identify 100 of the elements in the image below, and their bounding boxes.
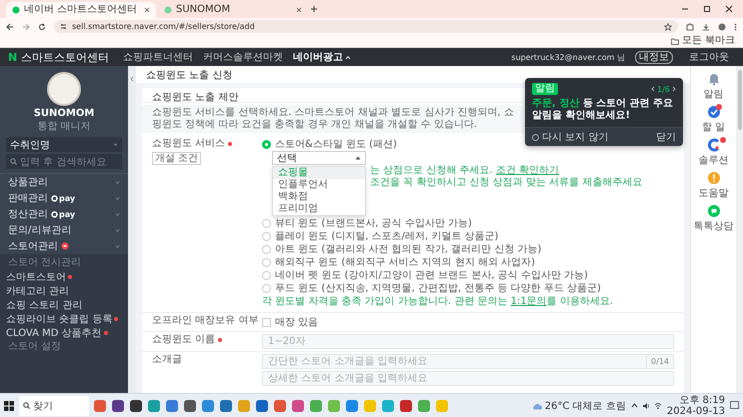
submenu-item[interactable]: 쇼핑 스토리 관리 [0, 298, 128, 312]
hint-text: 는 상점으로 신청해 주세요. 조건 확인하기 [370, 165, 560, 177]
help-icon [706, 171, 720, 185]
submenu-item[interactable]: 스마트스토어 [0, 270, 128, 284]
window-type-select[interactable]: 선택 [272, 151, 366, 165]
submenu-item[interactable]: 카테고리 관리 [0, 284, 128, 298]
nav-link[interactable]: 쇼핑파트너센터 [123, 50, 194, 64]
circle-icon [532, 134, 539, 140]
field-label: 쇼핑윈도 서비스 [152, 138, 226, 150]
speaker-icon[interactable] [642, 402, 650, 410]
dropdown-option[interactable]: 백화점 [273, 191, 365, 203]
menu-item[interactable]: 판매관리 pay [0, 190, 128, 206]
store-logo [47, 72, 81, 106]
dropdown-option[interactable]: 인플루언서 [273, 179, 365, 191]
pay-logo-icon [51, 210, 58, 218]
new-tab-icon[interactable] [310, 5, 318, 13]
star-icon[interactable] [664, 22, 672, 30]
char-counter: 0/14 [646, 355, 673, 368]
chevron-icon [115, 244, 120, 248]
close-icon[interactable] [144, 7, 150, 13]
intro-long-input[interactable]: 상세한 스토어 소개글을 입력하세요 [262, 371, 674, 386]
radio-option[interactable]: 플레이 윈도 (디지털, 스포츠/레저, 키덜트 상품군) [262, 230, 674, 242]
close-icon[interactable] [725, 5, 733, 13]
next-icon[interactable] [672, 86, 676, 92]
chat-icon [706, 204, 720, 218]
menu-item[interactable]: 문의/리뷰관리 [0, 222, 128, 238]
close-button[interactable]: 닫기 [656, 130, 676, 144]
menu-item[interactable]: 정산관리 pay [0, 206, 128, 222]
sidebar-shortcut[interactable]: 톡톡상담 [694, 204, 734, 233]
account-badge[interactable]: 내정보 [635, 50, 673, 64]
date-text: 2024-09-13 [666, 406, 725, 416]
previous-icon[interactable] [651, 86, 656, 92]
site-info-icon[interactable] [60, 23, 67, 30]
close-icon[interactable] [296, 7, 302, 13]
dont-show-again-option[interactable]: 다시 보지 않기 [532, 130, 608, 144]
todo-icon [706, 105, 720, 119]
radio-option[interactable]: 뷰티 윈도 (브랜드본사, 공식 수입사만 가능) [262, 217, 674, 229]
more-icon[interactable] [734, 22, 737, 30]
submenu-item[interactable]: 쇼핑라이브 숏클립 등록 [0, 312, 128, 326]
search-icon [23, 402, 30, 409]
sidebar-shortcut[interactable]: 할 일 [702, 105, 726, 134]
alert-badge-icon [61, 242, 69, 250]
notice-badge: 알림 [532, 83, 558, 95]
radio-option[interactable]: 푸드 윈도 (산지직송, 지역명물, 간편집밥, 전통주 등 다양한 푸드 상품군) [262, 282, 674, 294]
time-text: 오후 8:19 [679, 394, 725, 406]
app-icon[interactable] [184, 400, 196, 412]
bookmarks-link[interactable]: 모든 북마크 [682, 35, 735, 47]
taskbar-search[interactable]: 찾기 [19, 396, 89, 416]
download-icon[interactable] [702, 22, 710, 30]
browser-tab[interactable]: SUNOMOM [158, 2, 308, 18]
field-label: 쇼핑윈도 이름 [152, 334, 216, 346]
caret-icon [345, 54, 352, 60]
back-icon[interactable] [6, 22, 14, 30]
user-role: 통합 매니저 [37, 121, 91, 132]
note-text: 각 윈도별 자격을 충족 가입이 가능합니다. 관련 문의는 1:1문의를 이용하세요. [262, 296, 614, 308]
field-label: 오프라인 매장보유 여부 [152, 315, 258, 327]
app-icon[interactable] [130, 400, 142, 412]
sidebar-shortcut[interactable]: 알림 [704, 72, 724, 101]
weather-widget[interactable]: 26°C 대체로 흐림 [532, 398, 626, 412]
scrollbar[interactable] [736, 66, 743, 393]
name-input[interactable]: 1~20자 [262, 334, 674, 349]
nav-link[interactable]: 커머스솔루션마켓 [203, 50, 284, 64]
app-icon[interactable] [256, 400, 268, 412]
section-heading: 스토어 설정 [7, 340, 62, 354]
user-email: supertruck32@naver.com 님 [511, 52, 625, 62]
nav-link[interactable]: 네이버광고 [293, 50, 352, 64]
store-checkbox[interactable]: 매장 있음 [262, 315, 318, 329]
app-icon[interactable] [112, 400, 124, 412]
reload-icon[interactable] [38, 22, 46, 30]
extensions-icon[interactable] [686, 22, 694, 30]
logo-letter: N [8, 50, 18, 64]
start-icon[interactable] [4, 400, 14, 410]
condition-tag[interactable]: 개설 조건 [152, 152, 202, 165]
browser-tab[interactable]: 네이버 스마트스토어센터 [6, 2, 156, 18]
profile-icon[interactable] [718, 22, 726, 30]
chevron-up-icon[interactable] [630, 403, 638, 408]
submenu-item[interactable]: CLOVA MD 상품추천 [0, 326, 128, 340]
bell-icon [706, 72, 720, 86]
search-type-select[interactable]: 수취인명 [6, 137, 122, 152]
radio-option[interactable]: 해외직구 윈도 (해외직구 서비스 지역의 현지 해외 사업자) [262, 256, 674, 268]
radio-option[interactable]: 아트 윈도 (갤러리와 사전 협의된 작가, 갤러리만 신청 가능) [262, 243, 674, 255]
store-name: SUNOMOM [34, 108, 94, 119]
app-icon[interactable] [400, 400, 412, 412]
notifications-icon[interactable] [730, 401, 739, 410]
clock[interactable]: 오후 8:19 2024-09-13 [666, 394, 725, 416]
maximize-icon[interactable] [703, 5, 711, 13]
search-icon [10, 158, 17, 165]
section-heading: 스토어 전시관리 [7, 256, 82, 270]
sidebar-shortcut[interactable]: 도움말 [698, 171, 728, 200]
radio-option[interactable]: 네이버 펫 윈도 (강아지/고양이 관련 브랜드 본사, 공식 수입사만 가능) [262, 269, 674, 281]
menu-item[interactable]: 스토어관리 [0, 238, 128, 254]
dropdown-option[interactable]: 프리미엄 [273, 203, 365, 215]
chevron-icon [115, 180, 120, 184]
menu-item[interactable]: 상품관리 [0, 174, 128, 190]
sidebar-shortcut[interactable]: 솔루션 [698, 138, 728, 167]
wifi-icon[interactable] [654, 402, 662, 410]
chevron-icon [115, 228, 120, 232]
logout-button[interactable]: 로그아웃 [683, 49, 735, 65]
pay-logo-icon [51, 194, 58, 202]
page-title: 쇼핑윈도 노출 신청 [136, 66, 690, 83]
